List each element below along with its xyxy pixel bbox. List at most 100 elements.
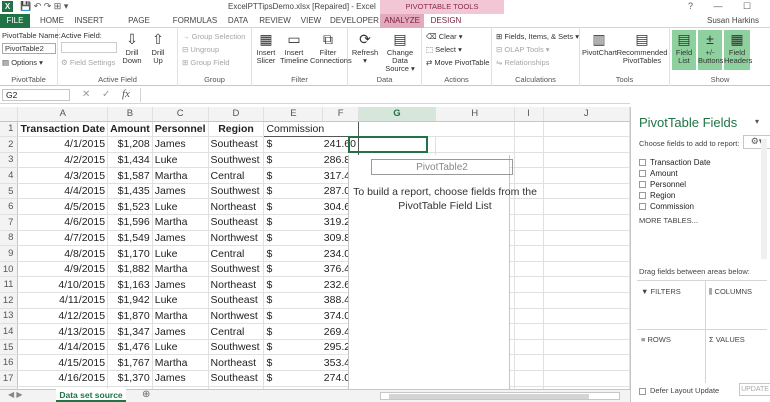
- commission-cell[interactable]: $388.40: [263, 292, 359, 309]
- commission-cell[interactable]: $286.80: [263, 152, 359, 169]
- date-cell[interactable]: 4/14/2015: [17, 339, 109, 356]
- date-cell[interactable]: 4/16/2015: [17, 370, 109, 387]
- clear-button[interactable]: ⌫ Clear ▾: [426, 32, 463, 41]
- personnel-cell[interactable]: Luke: [152, 245, 209, 262]
- commission-cell[interactable]: $309.80: [263, 230, 359, 247]
- rows-area[interactable]: ≡ ROWS: [641, 335, 671, 344]
- filters-area[interactable]: ▼ FILTERS: [641, 287, 681, 296]
- row-header[interactable]: 4: [0, 167, 19, 184]
- personnel-cell[interactable]: Luke: [152, 339, 209, 356]
- tab-home[interactable]: HOME: [36, 14, 68, 28]
- name-box[interactable]: G2: [2, 89, 70, 101]
- date-cell[interactable]: 4/6/2015: [17, 214, 109, 231]
- cell[interactable]: [543, 198, 631, 216]
- pivottable-name-input[interactable]: PivotTable2: [2, 43, 56, 54]
- user-name[interactable]: Susan Harkins: [700, 14, 766, 28]
- field-list-button[interactable]: ▤ Field List: [672, 30, 696, 70]
- cell[interactable]: [543, 214, 631, 231]
- cell[interactable]: [543, 308, 631, 325]
- date-cell[interactable]: 4/7/2015: [17, 230, 109, 247]
- row-header[interactable]: 16: [0, 354, 19, 371]
- date-cell[interactable]: 4/12/2015: [17, 308, 109, 325]
- row-header[interactable]: 3: [0, 152, 19, 169]
- cell[interactable]: [514, 276, 544, 294]
- region-cell[interactable]: Central: [208, 167, 265, 184]
- commission-cell[interactable]: $274.00: [263, 370, 359, 387]
- amount-cell[interactable]: $1,370: [107, 370, 153, 387]
- commission-cell[interactable]: $232.60: [263, 276, 359, 294]
- commission-cell[interactable]: $287.00: [263, 183, 359, 200]
- commission-cell[interactable]: $304.60: [263, 198, 359, 216]
- quick-access-toolbar[interactable]: 💾 ↶ ↷ ⊞ ▾: [20, 1, 68, 12]
- panel-close-icon[interactable]: ▾: [755, 117, 759, 126]
- cell[interactable]: [514, 245, 544, 262]
- column-header[interactable]: I: [514, 107, 544, 122]
- tab-review[interactable]: REVIEW: [258, 14, 292, 28]
- personnel-cell[interactable]: Martha: [152, 308, 209, 325]
- cell[interactable]: [543, 136, 631, 153]
- personnel-cell[interactable]: James: [152, 370, 209, 387]
- region-cell[interactable]: Southwest: [208, 152, 265, 169]
- personnel-cell[interactable]: Martha: [152, 214, 209, 231]
- region-cell[interactable]: Northwest: [208, 230, 265, 247]
- personnel-cell[interactable]: James: [152, 136, 209, 153]
- formula-input[interactable]: [140, 88, 630, 102]
- defer-layout-checkbox[interactable]: Defer Layout Update: [639, 386, 719, 395]
- tab-developer[interactable]: DEVELOPER: [330, 14, 379, 28]
- group-selection-button[interactable]: → Group Selection: [182, 32, 245, 41]
- commission-cell[interactable]: $269.40: [263, 323, 359, 340]
- cell[interactable]: [514, 354, 544, 371]
- cell[interactable]: [514, 339, 544, 356]
- amount-cell[interactable]: $1,523: [107, 198, 153, 216]
- worksheet-grid[interactable]: A B C D E F G H I J 1 Transaction Date A…: [0, 107, 631, 402]
- field-item-personnel[interactable]: Personnel: [639, 179, 711, 190]
- tab-insert[interactable]: INSERT: [72, 14, 106, 28]
- column-header[interactable]: A: [17, 107, 109, 122]
- region-cell[interactable]: Northeast: [208, 354, 265, 371]
- cell[interactable]: [543, 354, 631, 371]
- column-header[interactable]: G: [358, 107, 436, 122]
- commission-cell[interactable]: $241.60: [263, 136, 359, 153]
- amount-cell[interactable]: $1,434: [107, 152, 153, 169]
- amount-cell[interactable]: $1,870: [107, 308, 153, 325]
- fx-icon[interactable]: fx: [122, 88, 130, 100]
- row-header[interactable]: 2: [0, 136, 19, 153]
- region-cell[interactable]: Central: [208, 245, 265, 262]
- region-cell[interactable]: Northeast: [208, 198, 265, 216]
- date-cell[interactable]: 4/15/2015: [17, 354, 109, 371]
- cell[interactable]: [543, 183, 631, 200]
- date-cell[interactable]: 4/11/2015: [17, 292, 109, 309]
- personnel-cell[interactable]: James: [152, 230, 209, 247]
- new-sheet-icon[interactable]: ⊕: [142, 389, 150, 400]
- cell[interactable]: [543, 323, 631, 340]
- amount-cell[interactable]: $1,942: [107, 292, 153, 309]
- personnel-cell[interactable]: Martha: [152, 167, 209, 184]
- cell[interactable]: [543, 245, 631, 262]
- amount-cell[interactable]: $1,596: [107, 214, 153, 231]
- column-header[interactable]: C: [152, 107, 209, 122]
- commission-cell[interactable]: $374.00: [263, 308, 359, 325]
- cell[interactable]: [543, 370, 631, 387]
- amount-cell[interactable]: $1,549: [107, 230, 153, 247]
- row-header[interactable]: 7: [0, 214, 19, 231]
- region-cell[interactable]: Southeast: [208, 136, 265, 153]
- cell[interactable]: [435, 121, 515, 138]
- cell[interactable]: [514, 167, 544, 184]
- values-area[interactable]: Σ VALUES: [709, 335, 745, 344]
- tab-formulas[interactable]: FORMULAS: [172, 14, 218, 28]
- region-cell[interactable]: Southeast: [208, 292, 265, 309]
- amount-cell[interactable]: $1,476: [107, 339, 153, 356]
- date-cell[interactable]: 4/4/2015: [17, 183, 109, 200]
- field-item-amount[interactable]: Amount: [639, 168, 711, 179]
- region-cell[interactable]: Southeast: [208, 370, 265, 387]
- personnel-cell[interactable]: Martha: [152, 261, 209, 278]
- field-item-transaction-date[interactable]: Transaction Date: [639, 157, 711, 168]
- row-header[interactable]: 1: [0, 121, 19, 138]
- column-header[interactable]: F: [322, 107, 359, 122]
- region-cell[interactable]: Northwest: [208, 308, 265, 325]
- olap-tools-button[interactable]: ⊟ OLAP Tools ▾: [496, 45, 550, 54]
- group-field-button[interactable]: ⊞ Group Field: [182, 58, 230, 67]
- row-header[interactable]: 15: [0, 339, 19, 356]
- region-cell[interactable]: Southwest: [208, 183, 265, 200]
- amount-cell[interactable]: $1,435: [107, 183, 153, 200]
